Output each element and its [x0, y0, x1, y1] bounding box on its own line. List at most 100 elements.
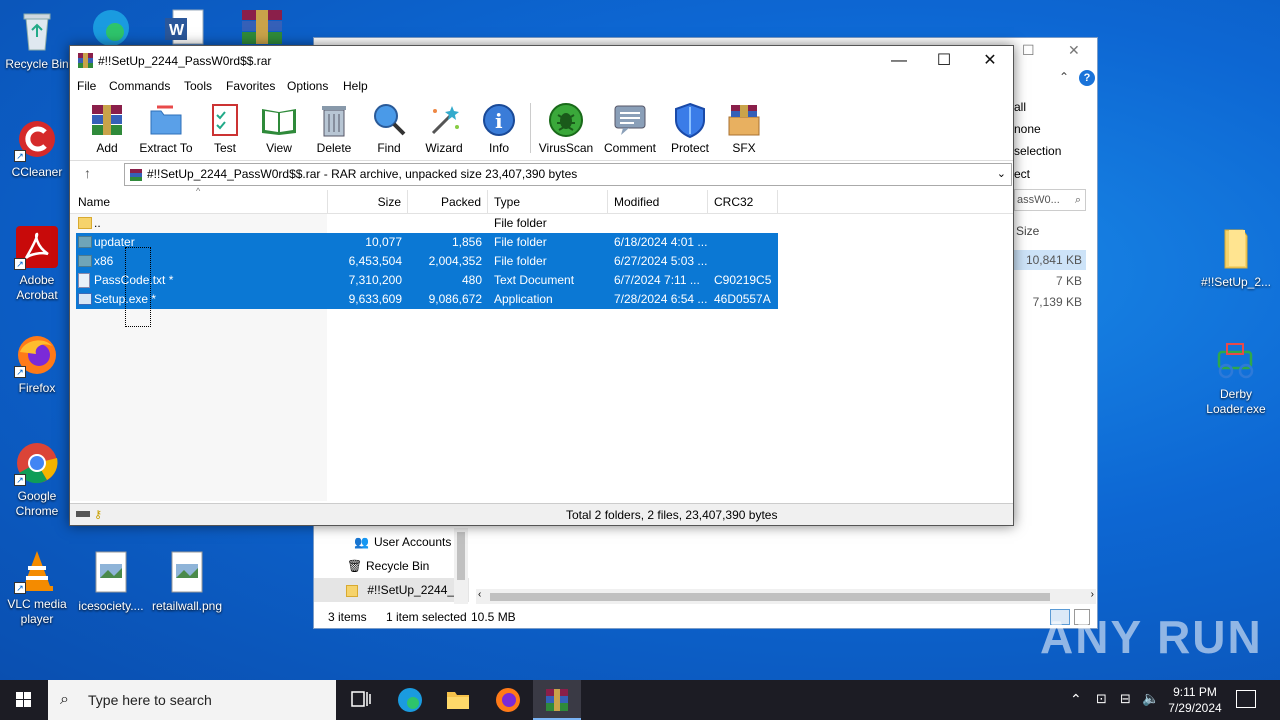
add-button[interactable]: Add	[77, 101, 137, 155]
notifications-icon[interactable]	[1236, 690, 1256, 708]
extract-to-button[interactable]: Extract To	[136, 101, 196, 155]
drag-selection-rectangle	[125, 247, 151, 327]
key-icon[interactable]: ⚷	[94, 508, 102, 521]
desktop-icon-adobe-acrobat[interactable]: ↗ Adobe Acrobat	[0, 224, 74, 303]
delete-icon	[315, 101, 353, 139]
help-icon[interactable]: ?	[1079, 70, 1095, 86]
list-item-parent-folder[interactable]: .. File folder	[76, 214, 778, 233]
wifi-icon[interactable]: ⊟	[1120, 691, 1131, 707]
select-link[interactable]: ect	[1014, 167, 1099, 181]
taskbar-clock[interactable]: 9:11 PM 7/29/2024	[1160, 684, 1230, 716]
desktop-icon-label: Google Chrome	[15, 489, 59, 518]
winrar-window[interactable]: #!!SetUp_2244_PassW0rd$$.rar — ☐ ✕ File …	[69, 45, 1014, 526]
list-item-updater[interactable]: updater 10,077 1,856 File folder 6/18/20…	[76, 233, 778, 252]
volume-icon[interactable]: 🔈	[1142, 690, 1159, 707]
info-button[interactable]: i Info	[469, 101, 529, 155]
taskbar-winrar[interactable]	[533, 680, 581, 720]
menu-tools[interactable]: Tools	[184, 79, 212, 93]
select-all-link[interactable]: all	[1014, 100, 1099, 114]
wizard-button[interactable]: Wizard	[414, 101, 474, 155]
show-hidden-icons-button[interactable]: ⌃	[1070, 691, 1082, 708]
protect-button[interactable]: Protect	[660, 101, 720, 155]
firefox-icon	[496, 688, 520, 712]
sfx-button[interactable]: SFX	[714, 101, 774, 155]
list-item-passcode-txt[interactable]: PassCode.txt * 7,310,200 480 Text Docume…	[76, 271, 778, 290]
column-packed[interactable]: Packed	[408, 190, 488, 214]
explorer-search-box[interactable]: assW0... ⌕	[1014, 189, 1086, 211]
start-button[interactable]	[0, 680, 48, 720]
acrobat-icon: ↗	[14, 224, 60, 270]
menu-file[interactable]: File	[77, 79, 96, 93]
nav-scrollbar[interactable]	[454, 528, 468, 604]
desktop-icon-icesociety[interactable]: icesociety....	[74, 550, 148, 614]
explorer-maximize-button[interactable]: ☐	[1022, 42, 1035, 59]
column-modified[interactable]: Modified	[608, 190, 708, 214]
edge-desktop-icon[interactable]	[88, 6, 134, 46]
column-type[interactable]: Type	[488, 190, 608, 214]
list-item-setup-exe[interactable]: Setup.exe * 9,633,609 9,086,672 Applicat…	[76, 290, 778, 309]
list-item-x86[interactable]: x86 6,453,504 2,004,352 File folder 6/27…	[76, 252, 778, 271]
sfx-label: SFX	[732, 141, 756, 155]
virusscan-button[interactable]: VirusScan	[536, 101, 596, 155]
folder-icon	[1213, 226, 1259, 272]
recycle-bin-icon	[14, 8, 60, 54]
info-label: Info	[488, 141, 509, 155]
desktop-icon-setup-folder[interactable]: #!!SetUp_2...	[1199, 226, 1273, 290]
taskbar-edge[interactable]	[386, 680, 434, 720]
task-view-button[interactable]	[336, 680, 384, 720]
maximize-button[interactable]: ☐	[921, 46, 967, 76]
test-button[interactable]: Test	[195, 101, 255, 155]
delete-button[interactable]: Delete	[304, 101, 364, 155]
nav-item-label: Recycle Bin	[366, 559, 430, 573]
sort-arrow-icon: ^	[196, 186, 201, 196]
winrar-app-icon	[78, 53, 93, 68]
file-size: 6,453,504	[348, 254, 402, 268]
close-button[interactable]: ✕	[967, 46, 1013, 76]
menu-options[interactable]: Options	[287, 79, 328, 93]
desktop-icon-ccleaner[interactable]: ↗ CCleaner	[0, 116, 74, 180]
file-type: File folder	[494, 254, 547, 268]
find-button[interactable]: Find	[359, 101, 419, 155]
nav-item-user-accounts[interactable]: 👥 User Accounts	[314, 530, 469, 554]
desktop-icon-google-chrome[interactable]: ↗ Google Chrome	[0, 440, 74, 519]
desktop-icon-firefox[interactable]: ↗ Firefox	[0, 332, 74, 396]
archive-path-field[interactable]: #!!SetUp_2244_PassW0rd$$.rar - RAR archi…	[124, 163, 1012, 186]
comment-button[interactable]: Comment	[600, 101, 660, 155]
chevron-down-icon[interactable]: ⌄	[997, 164, 1006, 185]
nav-item-recycle-bin[interactable]: 🗑 Recycle Bin	[314, 554, 469, 578]
menu-help[interactable]: Help	[343, 79, 368, 93]
invert-selection-link[interactable]: selection	[1014, 144, 1099, 158]
taskbar-firefox[interactable]	[484, 680, 532, 720]
horizontal-scrollbar[interactable]: ‹ ›	[476, 589, 1096, 604]
menu-commands[interactable]: Commands	[109, 79, 170, 93]
up-folder-button[interactable]: ↑	[84, 165, 91, 181]
winrar-status-bar: ⚷ Total 2 folders, 2 files, 23,407,390 b…	[70, 503, 1013, 525]
winrar-title-bar[interactable]: #!!SetUp_2244_PassW0rd$$.rar — ☐ ✕	[70, 46, 1013, 76]
menu-favorites[interactable]: Favorites	[226, 79, 275, 93]
word-desktop-icon[interactable]: W	[163, 8, 205, 46]
status-size: 10.5 MB	[471, 610, 516, 624]
explorer-close-button[interactable]: ✕	[1068, 42, 1080, 59]
taskbar-file-explorer[interactable]	[434, 680, 482, 720]
winrar-desktop-icon[interactable]	[238, 8, 286, 46]
file-explorer-icon	[447, 692, 469, 709]
nav-item-setup-folder[interactable]: #!!SetUp_2244_P	[314, 578, 469, 602]
view-button[interactable]: View	[249, 101, 309, 155]
desktop-icon-derby-loader[interactable]: Derby Loader.exe	[1199, 338, 1273, 417]
file-list[interactable]: .. File folder updater 10,077 1,856 File…	[70, 214, 1013, 501]
folder-icon	[78, 255, 92, 267]
column-crc32[interactable]: CRC32	[708, 190, 778, 214]
add-label: Add	[96, 141, 118, 155]
desktop-icon-recycle-bin[interactable]: Recycle Bin	[0, 8, 74, 72]
desktop-icon-retailwall[interactable]: retailwall.png	[150, 550, 224, 614]
user-accounts-icon: 👥	[354, 535, 369, 549]
size-column-header[interactable]: Size	[1016, 224, 1039, 238]
minimize-button[interactable]: —	[876, 46, 922, 76]
desktop-icon-vlc[interactable]: ↗ VLC media player	[0, 548, 74, 627]
network-icon[interactable]: ⊡	[1096, 691, 1107, 707]
select-none-link[interactable]: none	[1014, 122, 1099, 136]
taskbar-search-box[interactable]: ⌕ Type here to search	[48, 680, 336, 720]
expand-ribbon-icon[interactable]: ⌃	[1059, 70, 1069, 84]
column-size[interactable]: Size	[328, 190, 408, 214]
file-crc32: C90219C5	[714, 273, 772, 287]
